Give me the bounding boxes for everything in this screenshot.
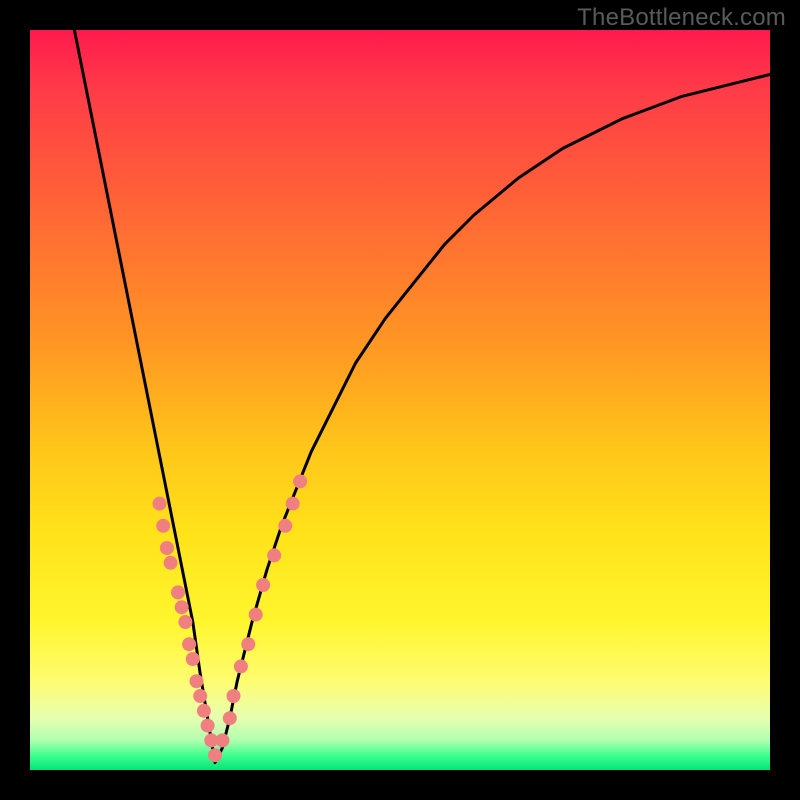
scatter-dot — [156, 519, 170, 533]
watermark-text: TheBottleneck.com — [577, 4, 786, 32]
scatter-dot — [278, 519, 292, 533]
scatter-dot — [293, 474, 307, 488]
scatter-dot — [186, 652, 200, 666]
scatter-dot — [153, 497, 167, 511]
scatter-dot — [175, 600, 189, 614]
scatter-dot — [227, 689, 241, 703]
scatter-dot — [164, 556, 178, 570]
scatter-dot — [267, 548, 281, 562]
scatter-dot — [223, 711, 237, 725]
scatter-dot — [160, 541, 174, 555]
scatter-dot — [256, 578, 270, 592]
scatter-dot — [241, 637, 255, 651]
scatter-dot — [182, 637, 196, 651]
scatter-dot — [171, 585, 185, 599]
scatter-dot — [208, 748, 222, 762]
scatter-dot — [286, 497, 300, 511]
bottleneck-curve — [74, 30, 770, 763]
chart-svg — [30, 30, 770, 770]
scatter-dot — [193, 689, 207, 703]
scatter-dot — [201, 719, 215, 733]
scatter-dot — [190, 674, 204, 688]
scatter-dot — [215, 733, 229, 747]
scatter-dot — [178, 615, 192, 629]
scatter-dot — [234, 659, 248, 673]
scatter-dot — [249, 608, 263, 622]
scatter-dot — [197, 704, 211, 718]
